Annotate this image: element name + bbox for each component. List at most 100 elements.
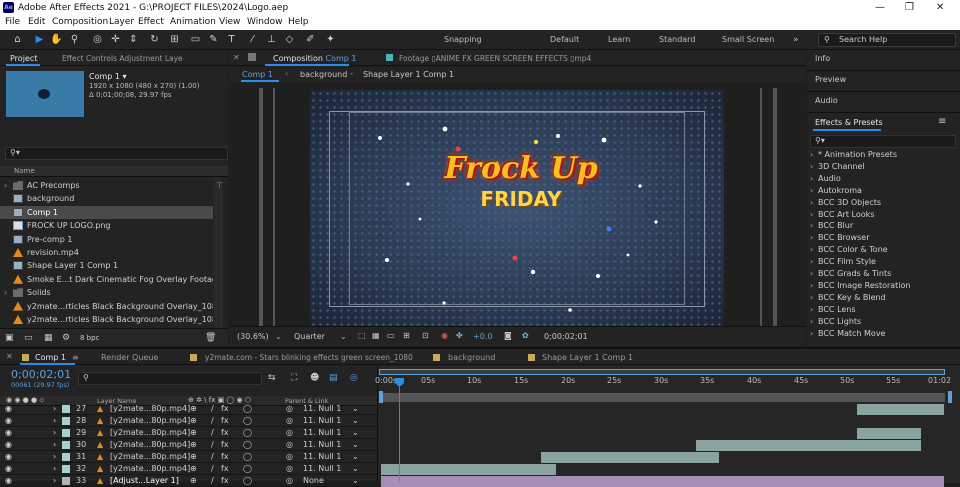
interpret-footage-icon[interactable]: ▣	[5, 333, 14, 343]
motion-blur-switch-icon[interactable]: ◯	[243, 415, 252, 427]
parent-chevron-icon[interactable]: ⌄	[352, 415, 359, 427]
workspace-small-screen[interactable]: Small Screen	[722, 35, 774, 44]
effects-category[interactable]: * Animation Presets	[808, 149, 960, 161]
viewer-timecode[interactable]: 0;00;02;01	[544, 332, 588, 341]
pan-tool-icon[interactable]: ✛	[109, 33, 122, 46]
motion-blur-switch-icon[interactable]: ◯	[243, 463, 252, 475]
project-search-input[interactable]: ⚲▾	[5, 147, 228, 160]
expand-chevron-icon[interactable]: ›	[53, 403, 56, 415]
motion-blur-switch-icon[interactable]: ◯	[243, 403, 252, 415]
parent-select[interactable]: 11. Null 1	[303, 415, 341, 427]
motion-blur-icon[interactable]: ◎	[350, 373, 358, 383]
mask-visibility-icon[interactable]: ▭	[387, 331, 395, 340]
label-color-swatch[interactable]	[62, 453, 70, 461]
current-time[interactable]: 0;00;02;01	[11, 368, 71, 381]
workspace-learn[interactable]: Learn	[608, 35, 630, 44]
hand-tool-icon[interactable]: ✋	[50, 33, 63, 46]
tab-y2mate[interactable]: y2mate.com - Stars blinking effects gree…	[205, 353, 413, 362]
anchor-tool-icon[interactable]: ⊞	[168, 33, 181, 46]
expand-chevron-icon[interactable]: ›	[53, 439, 56, 451]
shy-switch-icon[interactable]: ⊕	[190, 475, 197, 487]
effects-category[interactable]: BCC Lights	[808, 316, 960, 328]
project-item[interactable]: › AC Precomps	[0, 179, 213, 192]
layer-row[interactable]: ◉ › 31 ▲ [y2mate...80p.mp4] ⊕ / fx ◯ ◎ 11. Null 1 ⌄	[0, 451, 377, 463]
brush-tool-icon[interactable]: ⁄	[246, 33, 259, 46]
parent-chevron-icon[interactable]: ⌄	[352, 403, 359, 415]
project-item[interactable]: background	[0, 192, 213, 205]
breadcrumb-comp1[interactable]: Comp 1	[242, 70, 273, 79]
project-item[interactable]: Pre-comp 1	[0, 233, 213, 246]
project-item[interactable]: y2mate...rticles Black Background Overla…	[0, 300, 213, 313]
layer-duration-bar[interactable]	[381, 476, 944, 487]
effects-category[interactable]: Autokroma	[808, 185, 960, 197]
layer-duration-bar[interactable]	[541, 452, 719, 463]
transparency-grid-icon[interactable]: ▦	[372, 331, 380, 340]
eraser-tool-icon[interactable]: ◇	[283, 33, 296, 46]
shy-switch-icon[interactable]: ⊕	[190, 451, 197, 463]
layer-name[interactable]: [y2mate...80p.mp4]	[110, 403, 190, 415]
work-area-start[interactable]	[379, 391, 383, 403]
close-tab-icon[interactable]: ✕	[6, 352, 13, 361]
shy-switch-icon[interactable]: ⊕	[190, 439, 197, 451]
exposure-value[interactable]: +0.0	[473, 332, 492, 341]
breadcrumb-background[interactable]: background	[300, 70, 347, 79]
breadcrumb-shape-layer[interactable]: Shape Layer 1 Comp 1	[363, 70, 454, 79]
layer-row[interactable]: ◉ › 29 ▲ [y2mate...80p.mp4] ⊕ / fx ◯ ◎ 11. Null 1 ⌄	[0, 427, 377, 439]
shy-switch-icon[interactable]: ⊕	[190, 463, 197, 475]
rotate-tool-icon[interactable]: ↻	[148, 33, 161, 46]
effects-category[interactable]: BCC Browser	[808, 232, 960, 244]
menu-layer[interactable]: Layer	[109, 17, 134, 27]
label-color-swatch[interactable]	[62, 465, 70, 473]
close-tab-icon[interactable]: ✕	[233, 53, 240, 62]
motion-blur-switch-icon[interactable]: ◯	[243, 427, 252, 439]
shy-switch-icon[interactable]: ⊕	[190, 415, 197, 427]
close-button[interactable]: ✕	[936, 2, 944, 13]
project-item[interactable]: revision.mp4	[0, 246, 213, 259]
effects-category[interactable]: BCC Art Looks	[808, 209, 960, 221]
menu-file[interactable]: File	[5, 17, 20, 27]
parent-chevron-icon[interactable]: ⌄	[352, 463, 359, 475]
pickwhip-icon[interactable]: ◎	[286, 415, 293, 427]
menu-edit[interactable]: Edit	[28, 17, 45, 27]
expand-chevron-icon[interactable]: ›	[53, 415, 56, 427]
dolly-tool-icon[interactable]: ⇕	[127, 33, 140, 46]
parent-select[interactable]: 11. Null 1	[303, 463, 341, 475]
type-tool-icon[interactable]: T	[225, 33, 238, 46]
effects-category[interactable]: BCC Key & Blend	[808, 292, 960, 304]
work-area-end[interactable]	[948, 391, 952, 403]
effects-category[interactable]: BCC Image Restoration	[808, 280, 960, 292]
label-color-swatch[interactable]	[62, 417, 70, 425]
quality-switch-icon[interactable]: /	[211, 451, 214, 463]
expand-chevron-icon[interactable]: ›	[53, 427, 56, 439]
motion-blur-switch-icon[interactable]: ◯	[243, 475, 252, 487]
clone-stamp-icon[interactable]: ⊥	[265, 33, 278, 46]
layer-row[interactable]: ◉ › 30 ▲ [y2mate...80p.mp4] ⊕ / fx ◯ ◎ 11. Null 1 ⌄	[0, 439, 377, 451]
layer-name[interactable]: [Adjust...Layer 1]	[110, 475, 179, 487]
pen-tool-icon[interactable]: ✎	[207, 33, 220, 46]
roto-brush-icon[interactable]: ✐	[304, 33, 317, 46]
parent-chevron-icon[interactable]: ⌄	[352, 427, 359, 439]
rectangle-tool-icon[interactable]: ▭	[189, 33, 202, 46]
quality-switch-icon[interactable]: /	[211, 463, 214, 475]
guides-icon[interactable]: ⊞	[403, 331, 410, 340]
visibility-eye-icon[interactable]: ◉	[5, 475, 12, 487]
tab-comp1[interactable]: Comp 1	[35, 353, 66, 362]
resolution-select[interactable]: Quarter	[294, 332, 325, 341]
effect-switch-icon[interactable]: fx	[221, 463, 229, 475]
resolution-chevron-icon[interactable]: ⌄	[340, 332, 347, 341]
parent-chevron-icon[interactable]: ⌄	[352, 439, 359, 451]
effects-search-input[interactable]: ⚲▾	[810, 135, 956, 148]
effects-category[interactable]: Audio	[808, 173, 960, 185]
visibility-eye-icon[interactable]: ◉	[5, 427, 12, 439]
parent-chevron-icon[interactable]: ⌄	[352, 451, 359, 463]
layer-name[interactable]: [y2mate...80p.mp4]	[110, 439, 190, 451]
quality-switch-icon[interactable]: /	[211, 439, 214, 451]
bit-depth[interactable]: 8 bpc	[80, 334, 99, 342]
tab-render-queue[interactable]: Render Queue	[101, 353, 158, 362]
quality-switch-icon[interactable]: /	[211, 403, 214, 415]
project-item[interactable]: Smoke E...t Dark Cinematic Fog Overlay F…	[0, 273, 213, 286]
effects-category[interactable]: BCC Color & Tone	[808, 244, 960, 256]
parent-select[interactable]: 11. Null 1	[303, 439, 341, 451]
preview-panel-title[interactable]: Preview	[815, 75, 846, 84]
tab-project[interactable]: Project	[10, 54, 37, 63]
